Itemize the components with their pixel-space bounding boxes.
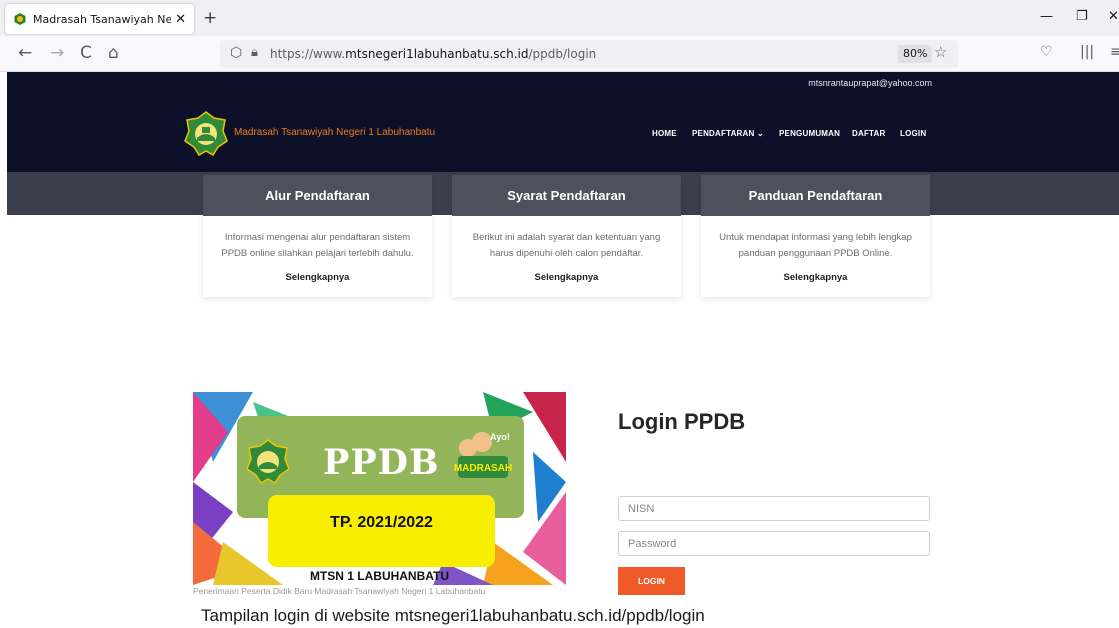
card-title: Syarat Pendaftaran	[452, 175, 681, 216]
close-window-icon[interactable]: ✕	[1108, 9, 1119, 24]
card-text: Berikut ini adalah syarat dan ketentuan …	[472, 232, 661, 259]
login-button[interactable]: LOGIN	[618, 567, 685, 595]
pocket-icon[interactable]: ♡	[1040, 44, 1053, 60]
screenshot-root: Madrasah Tsanawiyah Negeri 1 ✕ + — ❐ ✕ ←…	[0, 0, 1119, 628]
back-button[interactable]: ←	[18, 43, 32, 63]
library-icon[interactable]: |||	[1080, 44, 1094, 60]
ppdb-title: PPDB	[323, 442, 440, 483]
logo-icon	[184, 111, 228, 156]
lock-icon[interactable]: 🔒︎	[251, 45, 258, 60]
badge-top: Ayo!	[490, 432, 510, 442]
nav-pengumuman[interactable]: PENGUMUMAN	[779, 129, 840, 138]
browser-toolbar: ← → C ⌂ ⬡ 🔒︎ https://www.mtsnegeri1labuh…	[0, 36, 1119, 72]
tab-title: Madrasah Tsanawiyah Negeri 1	[33, 12, 172, 26]
ppdb-banner: PPDB MADRASAH Ayo! TP. 2021/2022 MTSN 1 …	[193, 392, 566, 585]
academic-year: TP. 2021/2022	[330, 514, 433, 531]
reload-button[interactable]: C	[80, 43, 92, 63]
menu-icon[interactable]: ≡	[1110, 44, 1119, 60]
shield-icon[interactable]: ⬡	[230, 45, 242, 61]
figure-caption: Tampilan login di website mtsnegeri1labu…	[201, 606, 705, 625]
site-brand[interactable]: Madrasah Tsanawiyah Negeri 1 Labuhanbatu	[234, 127, 435, 138]
home-button[interactable]: ⌂	[108, 43, 119, 63]
nav-pendaftaran[interactable]: PENDAFTARAN ⌄	[692, 129, 764, 138]
forward-button[interactable]: →	[50, 43, 64, 63]
favicon-icon	[14, 13, 26, 25]
site-header: mtsnrantauprapat@yahoo.com Madrasah Tsan…	[7, 72, 1119, 172]
card-panduan: Panduan Pendaftaran Untuk mendapat infor…	[701, 175, 930, 297]
address-bar[interactable]: ⬡ 🔒︎ https://www.mtsnegeri1labuhanbatu.s…	[220, 40, 958, 68]
new-tab-button[interactable]: +	[203, 8, 217, 28]
badge-word: MADRASAH	[454, 463, 512, 474]
password-input[interactable]	[618, 531, 930, 556]
tab-close-icon[interactable]: ✕	[175, 12, 186, 27]
nav-home[interactable]: HOME	[652, 129, 677, 138]
browser-tab[interactable]: Madrasah Tsanawiyah Negeri 1 ✕	[5, 4, 194, 34]
card-alur: Alur Pendaftaran Informasi mengenai alur…	[203, 175, 432, 297]
url-text: https://www.mtsnegeri1labuhanbatu.sch.id…	[270, 47, 597, 61]
card-title: Alur Pendaftaran	[203, 175, 432, 216]
card-title: Panduan Pendaftaran	[701, 175, 930, 216]
header-email[interactable]: mtsnrantauprapat@yahoo.com	[808, 78, 932, 88]
star-icon[interactable]: ☆	[934, 43, 947, 61]
card-more-link[interactable]: Selengkapnya	[452, 262, 681, 297]
banner-caption: Penerimaan Peserta Didik Baru Madrasah T…	[193, 586, 486, 596]
zoom-level[interactable]: 80%	[898, 45, 933, 63]
card-more-link[interactable]: Selengkapnya	[203, 262, 432, 297]
nisn-input[interactable]	[618, 496, 930, 521]
nav-login[interactable]: LOGIN	[900, 129, 926, 138]
banner-logo-icon	[246, 439, 290, 484]
browser-tab-bar: Madrasah Tsanawiyah Negeri 1 ✕ + — ❐ ✕	[0, 0, 1119, 36]
card-text: Untuk mendapat informasi yang lebih leng…	[719, 232, 912, 259]
card-more-link[interactable]: Selengkapnya	[701, 262, 930, 297]
school-name: MTSN 1 LABUHANBATU	[309, 569, 450, 583]
minimize-icon[interactable]: —	[1040, 9, 1053, 24]
login-title: Login PPDB	[618, 409, 746, 434]
nav-daftar[interactable]: DAFTAR	[852, 129, 886, 138]
ayo-madrasah-badge-icon: MADRASAH Ayo!	[454, 432, 512, 478]
card-text: Informasi mengenai alur pendaftaran sist…	[221, 232, 414, 259]
restore-icon[interactable]: ❐	[1076, 9, 1088, 24]
card-syarat: Syarat Pendaftaran Berikut ini adalah sy…	[452, 175, 681, 297]
